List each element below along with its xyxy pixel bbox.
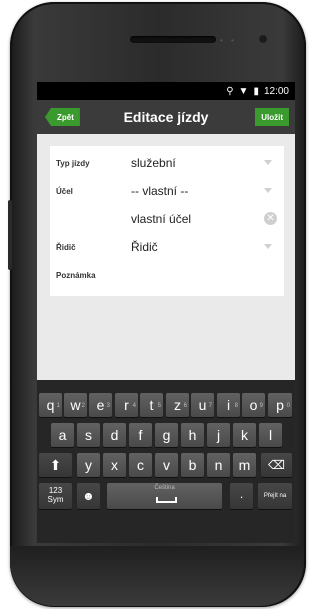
key-k[interactable]: k <box>233 423 256 447</box>
key-j[interactable]: j <box>207 423 230 447</box>
key-l[interactable]: l <box>259 423 282 447</box>
key-r[interactable]: r4 <box>115 393 138 417</box>
key-i[interactable]: i8 <box>217 393 240 417</box>
field-value: služební <box>131 156 176 170</box>
key-u[interactable]: u7 <box>191 393 214 417</box>
action-bar: Zpět Editace jízdy Uložit <box>37 100 295 134</box>
field-label: Řidič <box>56 243 76 252</box>
field-purpose[interactable]: Účel -- vlastní -- <box>50 178 284 206</box>
key-c[interactable]: c <box>129 453 152 477</box>
key-w[interactable]: w2 <box>64 393 87 417</box>
wifi-icon: ▼ <box>238 85 249 97</box>
phone-bottom-bezel <box>10 546 304 606</box>
soft-keyboard: q1 w2 e3 r4 t5 z6 u7 i8 o9 p0 a s d f g … <box>37 380 295 543</box>
key-p[interactable]: p0 <box>268 393 292 417</box>
clear-icon[interactable]: ✕ <box>264 212 277 225</box>
key-e[interactable]: e3 <box>89 393 112 417</box>
space-bar-icon <box>156 497 177 503</box>
emoji-icon[interactable]: ☻ <box>77 483 100 509</box>
field-note[interactable]: Poznámka <box>50 262 284 290</box>
field-value: -- vlastní -- <box>131 184 189 198</box>
key-h[interactable]: h <box>181 423 204 447</box>
back-button[interactable]: Zpět <box>45 108 80 126</box>
key-s[interactable]: s <box>77 423 100 447</box>
speaker-grille <box>130 36 216 43</box>
symbols-key[interactable]: 123 Sym <box>39 483 72 509</box>
screen: ⚲ ▼ ▮ 12:00 Zpět Editace jízdy Uložit Ty… <box>37 82 295 543</box>
status-bar: ⚲ ▼ ▮ 12:00 <box>37 82 295 100</box>
battery-icon: ▮ <box>253 85 259 97</box>
sensor-dots: • • <box>220 36 237 45</box>
volume-button <box>8 200 12 270</box>
field-trip-type[interactable]: Typ jízdy služební <box>50 150 284 178</box>
key-x[interactable]: x <box>103 453 126 477</box>
key-z[interactable]: z6 <box>166 393 189 417</box>
key-v[interactable]: v <box>155 453 178 477</box>
key-d[interactable]: d <box>103 423 126 447</box>
save-button[interactable]: Uložit <box>255 108 289 126</box>
dropdown-arrow-icon <box>264 160 272 165</box>
field-value: Řidič <box>131 240 158 254</box>
dropdown-arrow-icon <box>264 188 272 193</box>
key-q[interactable]: q1 <box>39 393 62 417</box>
status-time: 12:00 <box>263 85 289 97</box>
field-label: Poznámka <box>56 271 96 280</box>
key-n[interactable]: n <box>207 453 230 477</box>
key-o[interactable]: o9 <box>242 393 265 417</box>
key-m[interactable]: m <box>233 453 256 477</box>
trip-form: Typ jízdy služební Účel -- vlastní -- vl… <box>50 146 284 296</box>
field-label: Účel <box>56 187 73 196</box>
field-driver[interactable]: Řidič Řidič <box>50 234 284 262</box>
shift-icon[interactable]: ⬆ <box>39 453 72 477</box>
key-period[interactable]: . <box>230 483 253 509</box>
field-label: Typ jízdy <box>56 159 90 168</box>
space-key[interactable]: Čeština <box>107 483 222 509</box>
backspace-icon[interactable]: ⌫ <box>261 453 292 477</box>
key-g[interactable]: g <box>155 423 178 447</box>
key-f[interactable]: f <box>129 423 152 447</box>
key-a[interactable]: a <box>51 423 74 447</box>
location-icon: ⚲ <box>226 85 234 97</box>
key-y[interactable]: y <box>77 453 100 477</box>
field-value: vlastní účel <box>131 212 192 226</box>
field-custom-purpose[interactable]: vlastní účel ✕ <box>50 206 284 234</box>
enter-key[interactable]: Přejít na <box>258 483 292 509</box>
key-t[interactable]: t5 <box>140 393 163 417</box>
key-b[interactable]: b <box>181 453 204 477</box>
front-camera <box>258 34 268 44</box>
space-language-label: Čeština <box>154 485 175 491</box>
dropdown-arrow-icon <box>264 244 272 249</box>
